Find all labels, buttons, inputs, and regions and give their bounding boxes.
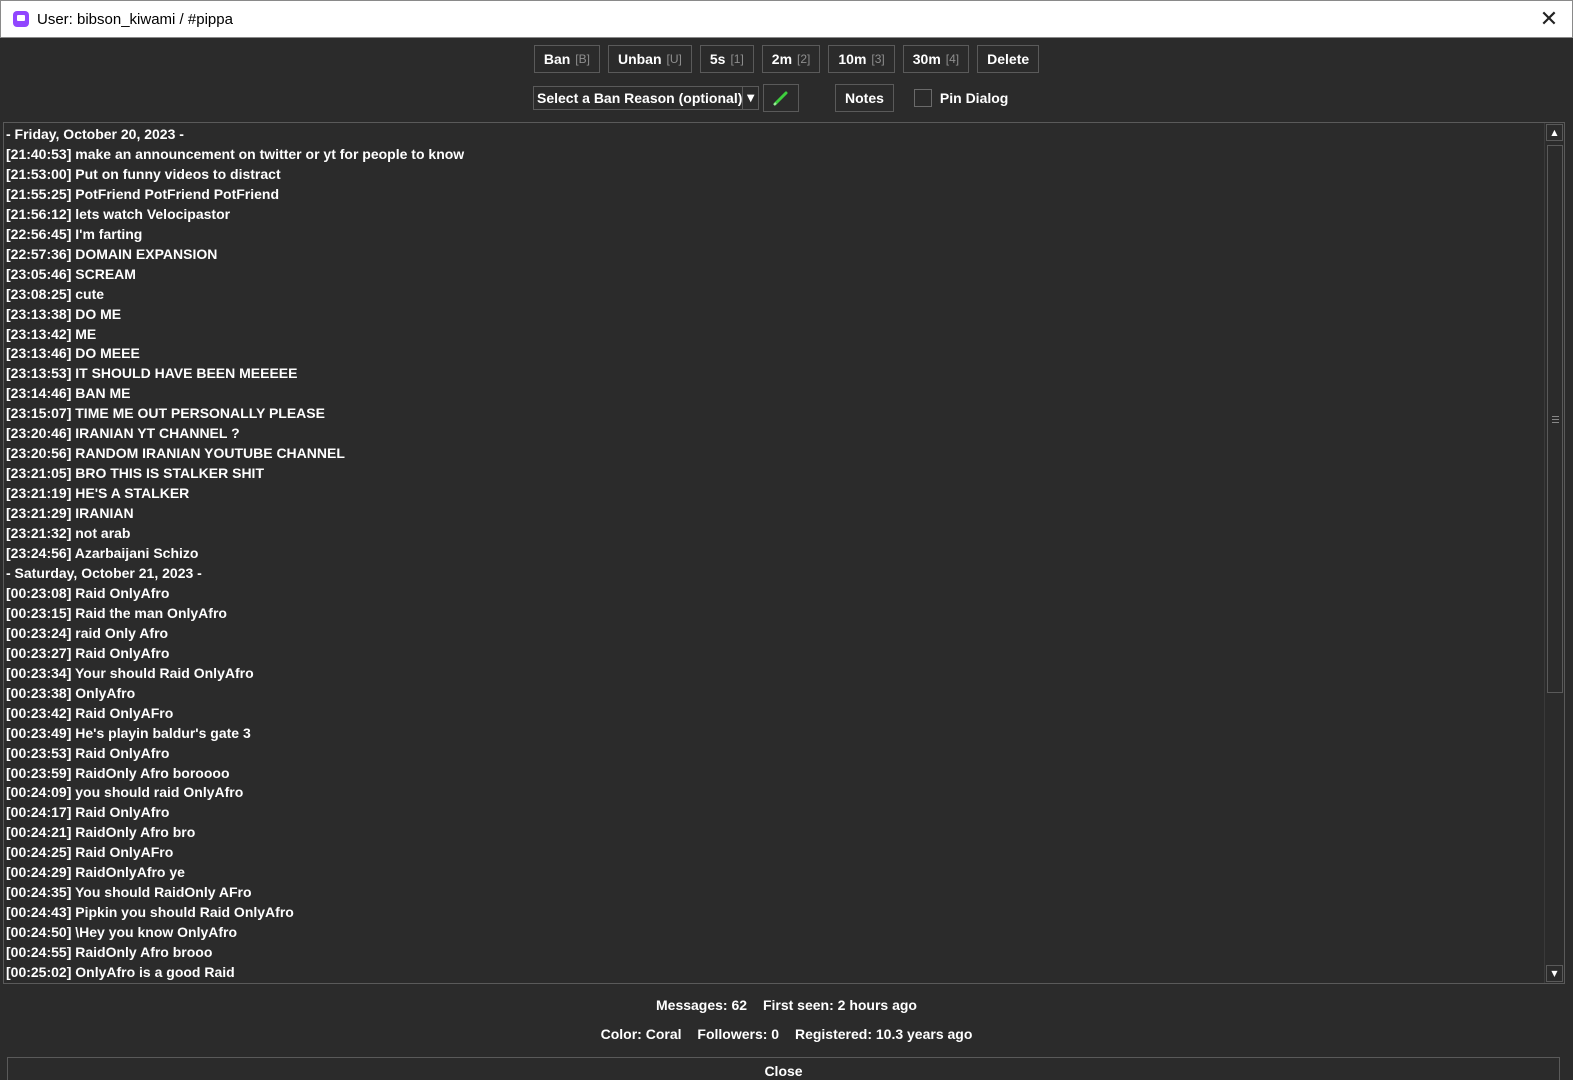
chat-message: [21:53:00] Put on funny videos to distra… (6, 165, 281, 182)
chat-message: [00:25:02] OnlyAfro is a good Raid (6, 964, 235, 981)
chat-message: [23:08:25] cute (6, 285, 105, 302)
chat-message: [23:13:38] DO ME (6, 305, 122, 322)
ban-reason-value: Select a Ban Reason (optional) (537, 90, 743, 106)
chat-message: [00:24:25] Raid OnlyAFro (6, 844, 174, 861)
chat-message: [00:23:38] OnlyAfro (6, 684, 136, 701)
chat-message: [23:05:46] SCREAM (6, 265, 136, 282)
chat-message: [00:23:59] RaidOnly Afro boroooo (6, 764, 230, 781)
timeout-10m-shortcut: [3] (871, 52, 885, 66)
chat-message: [00:23:34] Your should Raid OnlyAfro (6, 664, 254, 681)
notes-button-label: Notes (845, 90, 884, 106)
chat-message: [00:24:09] you should raid OnlyAfro (6, 784, 244, 801)
pin-dialog-label[interactable]: Pin Dialog (940, 90, 1008, 106)
options-row: Select a Ban Reason (optional) ▼ Notes P… (533, 83, 1008, 113)
chat-message: [00:24:55] RaidOnly Afro brooo (6, 944, 213, 961)
timeout-30m-button[interactable]: 30m [4] (902, 45, 970, 73)
user-color: Color: Coral (600, 1026, 682, 1042)
chat-message: [00:23:27] Raid OnlyAfro (6, 644, 170, 661)
pencil-icon (773, 91, 788, 106)
chat-message: [23:20:46] IRANIAN YT CHANNEL ? (6, 425, 240, 442)
moderation-toolbar: Ban [B] Unban [U] 5s [1] 2m [2] 10m [3] … (0, 45, 1573, 75)
user-stats-secondary: Color: Coral Followers: 0 Registered: 10… (0, 1026, 1573, 1042)
chat-message: [22:56:45] I'm farting (6, 225, 143, 242)
scroll-up-icon[interactable]: ▲ (1546, 124, 1563, 141)
chat-message: [21:56:12] lets watch Velocipastor (6, 205, 231, 222)
timeout-5s-shortcut: [1] (730, 52, 744, 66)
close-button-label: Close (764, 1063, 803, 1079)
chat-message: [00:24:21] RaidOnly Afro bro (6, 824, 196, 841)
chat-message: [00:23:08] Raid OnlyAfro (6, 584, 170, 601)
chat-message: [23:21:05] BRO THIS IS STALKER SHIT (6, 465, 265, 482)
timeout-2m-label: 2m (771, 51, 793, 67)
registered-age: Registered: 10.3 years ago (794, 1026, 973, 1042)
window-title: User: bibson_kiwami / #pippa (37, 10, 233, 28)
chat-message: [23:20:56] RANDOM IRANIAN YOUTUBE CHANNE… (6, 445, 345, 462)
unban-shortcut: [U] (666, 52, 682, 66)
chat-message: [00:23:24] raid Only Afro (6, 624, 169, 641)
chat-message: [00:23:42] Raid OnlyAFro (6, 704, 174, 721)
timeout-30m-shortcut: [4] (945, 52, 960, 66)
timeout-10m-label: 10m (838, 51, 867, 67)
chat-message: [00:23:49] He's playin baldur's gate 3 (6, 724, 251, 741)
chat-message: [23:13:46] DO MEEE (6, 345, 140, 362)
ban-shortcut: [B] (575, 52, 590, 66)
twitch-icon (13, 11, 29, 27)
pin-dialog-checkbox[interactable] (913, 89, 932, 107)
unban-button[interactable]: Unban [U] (607, 45, 692, 73)
timeout-2m-button[interactable]: 2m [2] (761, 45, 821, 73)
chat-message: [23:13:42] ME (6, 325, 97, 342)
date-separator: - Friday, October 20, 2023 - (6, 126, 184, 142)
grip-icon (1552, 416, 1559, 423)
chat-message: [23:21:19] HE'S A STALKER (6, 485, 190, 502)
chat-message: [23:21:32] not arab (6, 525, 131, 542)
chat-message: [00:23:15] Raid the man OnlyAfro (6, 604, 227, 621)
chat-message: [00:24:50] \Hey you know OnlyAfro (6, 924, 238, 941)
delete-button-label: Delete (987, 51, 1030, 67)
chat-message: [00:24:17] Raid OnlyAfro (6, 804, 170, 821)
chat-message: [21:55:25] PotFriend PotFriend PotFriend (6, 185, 280, 202)
delete-button[interactable]: Delete (977, 45, 1040, 73)
chat-message: [23:24:56] Azarbaijani Schizo (6, 545, 199, 562)
title-bar: User: bibson_kiwami / #pippa ✕ (0, 0, 1573, 38)
chat-message: [23:13:53] IT SHOULD HAVE BEEN MEEEEE (6, 365, 298, 382)
user-stats-primary: Messages: 62 First seen: 2 hours ago (0, 997, 1573, 1013)
chat-message: [21:40:53] make an announcement on twitt… (6, 145, 465, 162)
scrollbar-thumb[interactable] (1547, 145, 1563, 693)
chevron-down-icon[interactable]: ▼ (742, 87, 758, 109)
chat-message: [23:21:29] IRANIAN (6, 505, 134, 522)
chat-message: [23:15:07] TIME ME OUT PERSONALLY PLEASE (6, 405, 325, 422)
chat-message: [23:14:46] BAN ME (6, 385, 131, 402)
timeout-5s-button[interactable]: 5s [1] (699, 45, 754, 73)
chat-message: [00:24:35] You should RaidOnly AFro (6, 884, 252, 901)
timeout-10m-button[interactable]: 10m [3] (828, 45, 895, 73)
close-icon[interactable]: ✕ (1526, 1, 1572, 37)
ban-button-label: Ban (543, 51, 571, 67)
chat-message: [00:24:29] RaidOnlyAfro ye (6, 864, 185, 881)
ban-button[interactable]: Ban [B] (533, 45, 600, 73)
unban-button-label: Unban (617, 51, 662, 67)
chat-message: [00:24:43] Pipkin you should Raid OnlyAf… (6, 904, 294, 921)
date-separator: - Saturday, October 21, 2023 - (6, 564, 202, 581)
timeout-2m-shortcut: [2] (797, 52, 811, 66)
chat-message: [22:57:36] DOMAIN EXPANSION (6, 245, 218, 262)
first-seen: First seen: 2 hours ago (762, 997, 917, 1013)
timeout-5s-label: 5s (709, 51, 726, 67)
close-button[interactable]: Close (7, 1057, 1560, 1080)
edit-reasons-button[interactable] (763, 84, 799, 112)
ban-reason-select[interactable]: Select a Ban Reason (optional) ▼ (533, 86, 759, 110)
message-count: Messages: 62 (656, 997, 748, 1013)
scroll-down-icon[interactable]: ▼ (1546, 965, 1563, 982)
vertical-scrollbar[interactable]: ▲ ▼ (1544, 123, 1564, 983)
follower-count: Followers: 0 (697, 1026, 780, 1042)
notes-button[interactable]: Notes (835, 84, 894, 112)
chat-message: [00:23:53] Raid OnlyAfro (6, 744, 170, 761)
timeout-30m-label: 30m (912, 51, 941, 67)
message-log[interactable]: - Friday, October 20, 2023 - [21:40:53] m… (3, 122, 1565, 984)
message-list: - Friday, October 20, 2023 - [21:40:53] m… (6, 125, 1542, 983)
